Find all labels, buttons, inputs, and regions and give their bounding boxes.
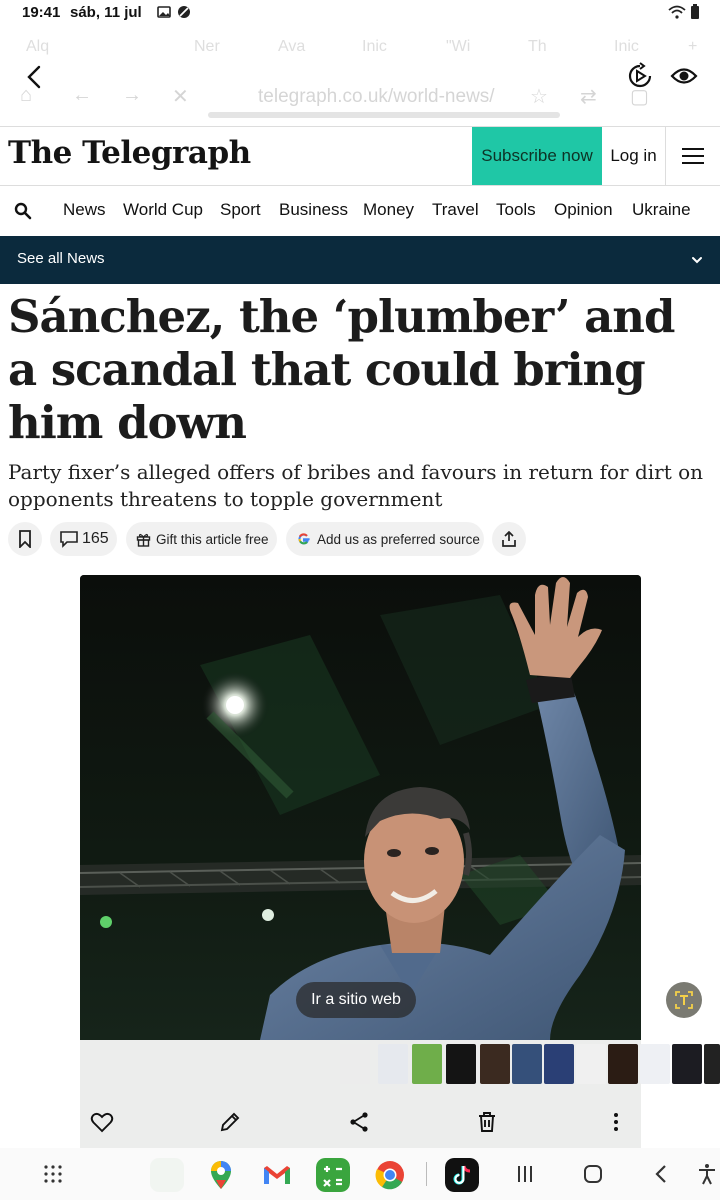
url-field[interactable]: telegraph.co.uk/world-news/ — [258, 86, 495, 108]
browser-tab[interactable]: Th — [528, 38, 547, 56]
image-thumbnail-strip — [340, 1044, 720, 1086]
article-photo[interactable] — [80, 575, 641, 1040]
thumbnail[interactable] — [340, 1044, 370, 1084]
thumbnail[interactable] — [576, 1044, 606, 1084]
thumbnail[interactable] — [640, 1044, 670, 1084]
nav-item-world-cup[interactable]: World Cup — [123, 200, 203, 220]
see-all-news-bar[interactable]: See all News — [0, 236, 720, 284]
gmail-icon[interactable] — [260, 1158, 294, 1192]
chevron-down-icon — [692, 257, 702, 264]
gift-article-button[interactable]: Gift this article free — [126, 522, 277, 556]
thumbnail[interactable] — [480, 1044, 510, 1084]
text-extract-icon[interactable] — [666, 982, 702, 1018]
gallery-icon — [157, 6, 171, 18]
bookmark-star-icon[interactable]: ☆ — [530, 84, 548, 109]
subscribe-button[interactable]: Subscribe now — [472, 127, 602, 185]
thumbnail[interactable] — [412, 1044, 442, 1084]
article-standfirst: Party fixer’s alleged offers of bribes a… — [8, 460, 704, 511]
close-icon[interactable]: ✕ — [172, 84, 189, 109]
browser-tab[interactable]: Inic — [614, 38, 639, 56]
dock-divider — [426, 1162, 427, 1186]
bookmark-icon — [19, 530, 31, 548]
login-button[interactable]: Log in — [602, 127, 666, 185]
calculator-icon[interactable] — [316, 1158, 350, 1192]
thumbnail[interactable] — [378, 1044, 408, 1084]
browser-tab[interactable]: Ava — [278, 38, 305, 56]
bookmark-button[interactable] — [8, 522, 42, 556]
browser-tab[interactable]: Alq — [26, 38, 49, 56]
maps-app-icon[interactable] — [150, 1158, 184, 1192]
chrome-icon[interactable] — [373, 1158, 407, 1192]
viewer-back-icon[interactable] — [22, 64, 48, 90]
nav-item-money[interactable]: Money — [363, 200, 414, 220]
delete-trash-icon[interactable] — [475, 1110, 499, 1134]
status-date: sáb, 11 jul — [70, 4, 142, 21]
gift-article-label: Gift this article free — [156, 531, 269, 547]
nav-item-news[interactable]: News — [63, 200, 106, 220]
visit-site-button[interactable]: Ir a sitio web — [296, 982, 416, 1018]
thumbnail[interactable] — [446, 1044, 476, 1084]
autoplay-icon[interactable] — [626, 62, 654, 90]
search-icon[interactable] — [14, 202, 32, 220]
google-icon — [298, 533, 310, 545]
app-drawer-icon[interactable] — [42, 1163, 64, 1185]
share-icon[interactable] — [347, 1110, 371, 1134]
browser-tab[interactable]: Inic — [362, 38, 387, 56]
wifi-icon — [668, 5, 686, 19]
hamburger-menu-icon[interactable] — [666, 127, 720, 185]
edit-pencil-icon[interactable] — [218, 1110, 242, 1134]
article-headline: Sánchez, the ‘plumber’ and a scandal tha… — [8, 290, 676, 449]
forward-arrow-icon[interactable]: → — [122, 84, 142, 107]
share-button[interactable] — [492, 522, 526, 556]
recent-apps-icon[interactable] — [514, 1163, 536, 1185]
nav-item-opinion[interactable]: Opinion — [554, 200, 613, 220]
share-icon — [502, 531, 516, 547]
favorite-heart-icon[interactable] — [90, 1110, 114, 1134]
preferred-source-label: Add us as preferred source — [317, 531, 480, 547]
thumbnail[interactable] — [672, 1044, 702, 1084]
google-maps-icon[interactable] — [204, 1158, 238, 1192]
section-nav: News World Cup Sport Business Money Trav… — [0, 186, 720, 236]
see-all-news-label: See all News — [17, 250, 105, 267]
new-tab-icon[interactable]: + — [688, 38, 697, 56]
url-underline — [208, 112, 560, 118]
translate-icon[interactable]: ⇄ — [580, 84, 597, 109]
back-button-icon[interactable] — [650, 1163, 672, 1185]
thumbnail[interactable] — [512, 1044, 542, 1084]
eye-icon[interactable] — [670, 64, 698, 88]
tiktok-icon[interactable] — [445, 1158, 479, 1192]
battery-icon — [691, 4, 699, 19]
site-logo[interactable]: The Telegraph — [8, 135, 251, 171]
blocked-icon — [178, 6, 190, 18]
thumbnail[interactable] — [608, 1044, 638, 1084]
nav-item-ukraine[interactable]: Ukraine — [632, 200, 691, 220]
nav-item-tools[interactable]: Tools — [496, 200, 536, 220]
status-bar: 19:41 sáb, 11 jul — [0, 0, 720, 26]
back-arrow-icon[interactable]: ← — [72, 84, 92, 107]
browser-tab[interactable]: "Wi — [446, 38, 470, 56]
nav-item-sport[interactable]: Sport — [220, 200, 261, 220]
comments-count: 165 — [82, 530, 109, 547]
viewer-toolbar — [0, 1098, 720, 1146]
gift-icon — [136, 533, 151, 547]
android-navigation-bar — [0, 1148, 720, 1200]
photo-illustration — [80, 575, 641, 1040]
nav-item-business[interactable]: Business — [279, 200, 348, 220]
comment-icon — [60, 531, 78, 548]
site-header: The Telegraph Subscribe now Log in — [0, 126, 720, 186]
thumbnail[interactable] — [544, 1044, 574, 1084]
status-time: 19:41 — [22, 4, 61, 21]
comments-button[interactable]: 165 — [50, 522, 117, 556]
browser-tab-strip: Alq Ner Ava Inic "Wi Th Inic + — [0, 30, 720, 64]
thumbnail[interactable] — [704, 1044, 720, 1084]
preferred-source-button[interactable]: Add us as preferred source — [286, 522, 484, 556]
home-button-icon[interactable] — [582, 1163, 604, 1185]
browser-tab[interactable]: Ner — [194, 38, 220, 56]
more-options-icon[interactable] — [604, 1110, 628, 1134]
accessibility-icon[interactable] — [696, 1163, 718, 1185]
nav-item-travel[interactable]: Travel — [432, 200, 479, 220]
